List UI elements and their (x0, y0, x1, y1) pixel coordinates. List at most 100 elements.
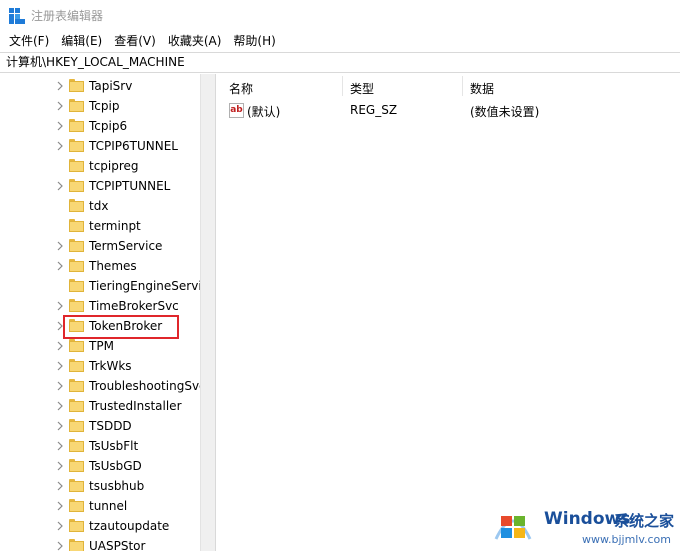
chevron-right-icon[interactable] (55, 461, 65, 471)
tree-item[interactable]: TieringEngineService (0, 276, 200, 296)
tree-item-label: TrkWks (89, 359, 132, 373)
menu-edit[interactable]: 编辑(E) (55, 31, 108, 52)
tree-item-label: tcpipreg (89, 159, 139, 173)
chevron-right-icon[interactable] (55, 81, 65, 91)
chevron-right-icon[interactable] (55, 441, 65, 451)
tree-item[interactable]: TimeBrokerSvc (0, 296, 200, 316)
tree-item[interactable]: TsUsbFlt (0, 436, 200, 456)
string-value-icon: ab (229, 103, 244, 118)
column-type[interactable]: 类型 (350, 80, 374, 97)
tree-scrollbar[interactable] (200, 74, 215, 551)
menu-favorites[interactable]: 收藏夹(A) (162, 31, 228, 52)
watermark: Windows 系统之家 www.bjjmlv.com (490, 501, 680, 549)
column-data[interactable]: 数据 (470, 80, 494, 97)
menu-bar: 文件(F) 编辑(E) 查看(V) 收藏夹(A) 帮助(H) (0, 31, 680, 52)
tree-item[interactable]: TermService (0, 236, 200, 256)
tree-item-label: Tcpip6 (89, 119, 128, 133)
tree-item-label: terminpt (89, 219, 141, 233)
folder-icon (69, 239, 84, 252)
tree-item[interactable]: TapiSrv (0, 76, 200, 96)
tree-item-label: TsUsbGD (89, 459, 142, 473)
tree-item[interactable]: tunnel (0, 496, 200, 516)
tree-item[interactable]: TCPIP6TUNNEL (0, 136, 200, 156)
tree-item-label: TCPIP6TUNNEL (89, 139, 178, 153)
chevron-right-icon[interactable] (55, 241, 65, 251)
tree-item[interactable]: TCPIPTUNNEL (0, 176, 200, 196)
chevron-right-icon[interactable] (55, 261, 65, 271)
tree-item[interactable]: TroubleshootingSvc (0, 376, 200, 396)
tree-item[interactable]: tzautoupdate (0, 516, 200, 536)
folder-icon (69, 459, 84, 472)
chevron-right-icon[interactable] (55, 381, 65, 391)
value-data[interactable]: (数值未设置) (470, 103, 539, 120)
watermark-url: www.bjjmlv.com (582, 533, 671, 546)
tree-item[interactable]: terminpt (0, 216, 200, 236)
tree-item[interactable]: UASPStor (0, 536, 200, 551)
tree-item-label: tzautoupdate (89, 519, 170, 533)
menu-help[interactable]: 帮助(H) (227, 31, 281, 52)
folder-icon (69, 119, 84, 132)
tree-item[interactable]: tsusbhub (0, 476, 200, 496)
value-name[interactable]: (默认) (247, 103, 280, 120)
folder-icon (69, 519, 84, 532)
folder-icon (69, 219, 84, 232)
values-list: 名称 类型 数据 ab (默认) REG_SZ (数值未设置) (217, 74, 680, 551)
chevron-right-icon[interactable] (55, 181, 65, 191)
menu-view[interactable]: 查看(V) (108, 31, 162, 52)
regedit-icon (9, 7, 25, 24)
column-divider[interactable] (342, 76, 343, 96)
tree-item[interactable]: TSDDD (0, 416, 200, 436)
folder-icon (69, 79, 84, 92)
tree-item-label: TapiSrv (89, 79, 133, 93)
tree-item-label: Tcpip (89, 99, 120, 113)
column-divider[interactable] (462, 76, 463, 96)
chevron-right-icon[interactable] (55, 301, 65, 311)
chevron-right-icon[interactable] (55, 541, 65, 551)
chevron-right-icon[interactable] (55, 401, 65, 411)
folder-icon (69, 419, 84, 432)
tree-item[interactable]: Tcpip6 (0, 116, 200, 136)
tree-item-label: TPM (89, 339, 114, 353)
chevron-right-icon[interactable] (55, 141, 65, 151)
windows-logo-icon (494, 516, 532, 540)
tree-item-label: TermService (89, 239, 163, 253)
folder-icon (69, 199, 84, 212)
tree-item[interactable]: Themes (0, 256, 200, 276)
tree-item[interactable]: TrustedInstaller (0, 396, 200, 416)
tree-item-label: tdx (89, 199, 109, 213)
folder-icon (69, 159, 84, 172)
chevron-right-icon[interactable] (55, 481, 65, 491)
watermark-site: 系统之家 (614, 512, 675, 530)
chevron-right-icon[interactable] (55, 521, 65, 531)
chevron-right-icon[interactable] (55, 501, 65, 511)
folder-icon (69, 99, 84, 112)
tree-item-label: tunnel (89, 499, 128, 513)
tree-item[interactable]: Tcpip (0, 96, 200, 116)
tree-item[interactable]: tdx (0, 196, 200, 216)
window-title: 注册表编辑器 (31, 9, 104, 23)
tree-item[interactable]: tcpipreg (0, 156, 200, 176)
tree-item-label: TSDDD (89, 419, 132, 433)
title-bar: 注册表编辑器 (0, 0, 680, 31)
chevron-right-icon[interactable] (55, 361, 65, 371)
chevron-right-icon[interactable] (55, 341, 65, 351)
chevron-right-icon[interactable] (55, 121, 65, 131)
folder-icon (69, 379, 84, 392)
address-bar[interactable]: 计算机\HKEY_LOCAL_MACHINE (0, 52, 680, 73)
registry-tree: TapiSrv Tcpip Tcpip6 TCPIP6TUNNEL tcpipreg TC… (0, 74, 216, 551)
tree-item-label: TCPIPTUNNEL (89, 179, 171, 193)
folder-icon (69, 139, 84, 152)
value-type[interactable]: REG_SZ (350, 103, 397, 117)
chevron-right-icon[interactable] (55, 421, 65, 431)
tree-item-label: TsUsbFlt (89, 439, 139, 453)
column-name[interactable]: 名称 (229, 80, 253, 97)
menu-file[interactable]: 文件(F) (3, 31, 55, 52)
folder-icon (69, 179, 84, 192)
chevron-right-icon[interactable] (55, 101, 65, 111)
tree-item[interactable]: TrkWks (0, 356, 200, 376)
tree-item[interactable]: TPM (0, 336, 200, 356)
tree-item-label: Themes (89, 259, 137, 273)
folder-icon (69, 539, 84, 551)
tree-item-label: TieringEngineService (89, 279, 200, 293)
tree-item[interactable]: TsUsbGD (0, 456, 200, 476)
